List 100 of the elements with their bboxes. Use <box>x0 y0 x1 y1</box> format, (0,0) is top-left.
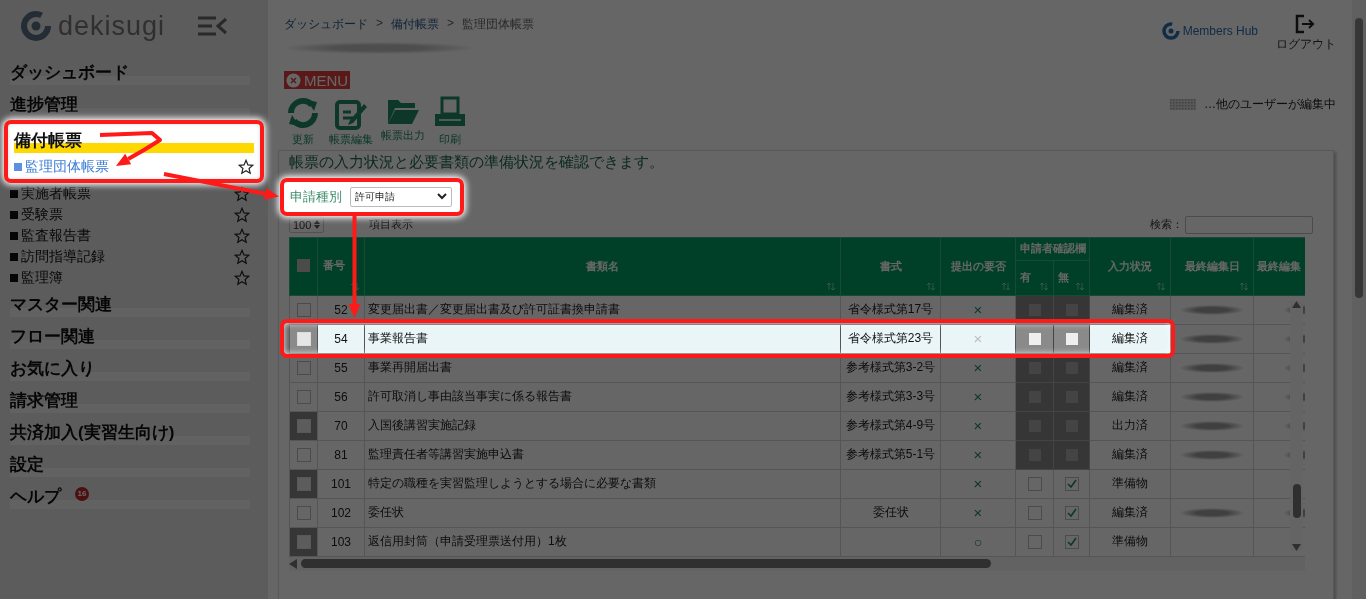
toolbar-button[interactable]: 印刷 <box>432 95 468 147</box>
required-mark: × <box>973 330 983 347</box>
breadcrumb-separator: > <box>447 16 455 32</box>
brand-logo: Members Hub <box>1161 22 1258 40</box>
required-mark: × <box>973 359 983 376</box>
scroll-thumb[interactable] <box>301 559 991 568</box>
required-mark: × <box>973 446 983 463</box>
logout-button[interactable]: ログアウト <box>1276 14 1336 53</box>
row-checkbox[interactable] <box>296 534 311 549</box>
table-cell: 参考様式第3-3号 <box>845 389 936 403</box>
nav-subitem[interactable]: 受験票 <box>10 204 250 225</box>
star-icon[interactable] <box>234 206 250 223</box>
column-header[interactable]: 入力状況 <box>1089 237 1171 295</box>
row-checkbox[interactable] <box>296 505 311 520</box>
search-label: 検索： <box>1150 217 1183 232</box>
row-checkbox[interactable] <box>296 331 311 346</box>
bullet-icon <box>10 210 18 219</box>
row-checkbox[interactable] <box>296 418 311 433</box>
row-checkbox[interactable] <box>296 302 311 317</box>
column-header: 申請者確認欄 <box>1015 237 1090 260</box>
column-header[interactable]: 最終編集日 <box>1170 237 1254 295</box>
nav-subitem[interactable]: 訪問指導記録 <box>10 246 250 267</box>
checkbox[interactable] <box>1064 534 1079 549</box>
table-cell: 委任状 <box>872 505 909 519</box>
required-mark: × <box>973 475 983 492</box>
bullet-icon <box>10 231 18 240</box>
required-mark: × <box>973 504 983 521</box>
table-cell: 編集済 <box>1089 324 1171 353</box>
checkbox[interactable] <box>1065 333 1078 346</box>
table-cell[interactable]: 特定の職種を実習監理しようとする場合に必要な書類 <box>364 469 841 498</box>
row-checkbox[interactable] <box>296 447 311 462</box>
table-cell[interactable]: 許可取消し事由該当事実に係る報告書 <box>364 382 841 411</box>
checkbox[interactable] <box>1027 534 1042 549</box>
checkbox[interactable] <box>1064 505 1079 520</box>
nav-subitem[interactable]: 監理簿 <box>10 267 250 288</box>
breadcrumb-link[interactable]: 備付帳票 <box>391 16 439 33</box>
select-all-checkbox[interactable] <box>297 258 310 272</box>
table-cell: 参考様式第5-1号 <box>845 447 936 461</box>
required-mark: × <box>973 417 983 434</box>
star-icon[interactable] <box>238 158 254 175</box>
scroll-thumb[interactable] <box>1292 483 1301 518</box>
star-icon[interactable] <box>234 227 250 244</box>
caret-icon <box>437 193 447 200</box>
menu-button[interactable]: MENU <box>284 71 351 89</box>
column-header[interactable]: 書類名 <box>364 237 841 295</box>
table-cell[interactable]: 監理責任者等講習実施申込書 <box>364 440 841 469</box>
table-cell: 編集済 <box>1089 440 1171 469</box>
column-header[interactable]: 最終編集 <box>1253 237 1305 295</box>
breadcrumb-separator: > <box>376 16 383 32</box>
toolbar-button[interactable]: 帳票編集 <box>328 95 374 147</box>
hatched-swatch-icon <box>1170 99 1196 110</box>
description-text: 帳票の入力状況と必要書類の準備状況を確認できます。 <box>289 152 665 172</box>
logout-icon <box>1295 14 1317 34</box>
notification-badge: 16 <box>75 487 89 501</box>
table-cell[interactable]: 委任状 <box>364 498 841 527</box>
row-checkbox[interactable] <box>296 476 311 491</box>
star-icon[interactable] <box>234 269 250 286</box>
scroll-thumb[interactable] <box>1355 18 1363 298</box>
page-length-select[interactable]: 100 <box>289 216 325 233</box>
table-cell: 省令様式第17号 <box>847 302 934 316</box>
column-header[interactable]: 書式 <box>840 237 941 295</box>
table-cell[interactable]: 事業報告書 <box>364 324 841 353</box>
bullet-icon <box>14 162 22 171</box>
scroll-up-icon[interactable] <box>1292 300 1301 308</box>
row-checkbox[interactable] <box>296 360 311 375</box>
nav-subitem[interactable]: 監理団体帳票 <box>14 156 254 177</box>
page-scrollbar[interactable] <box>1352 0 1366 599</box>
nav-subitem[interactable]: 実施者帳票 <box>10 183 250 204</box>
table-cell: 編集済 <box>1089 382 1171 411</box>
required-mark: × <box>973 301 983 318</box>
up-down-caret-icon <box>314 220 321 229</box>
checkbox[interactable] <box>1064 476 1079 491</box>
scroll-left-icon[interactable] <box>289 558 297 569</box>
checkbox[interactable] <box>1028 333 1041 346</box>
search-field[interactable] <box>1185 215 1313 234</box>
table-cell: 準備物 <box>1089 527 1171 556</box>
table-cell: 編集済 <box>1089 498 1171 527</box>
checkbox[interactable] <box>1027 505 1042 520</box>
table-cell[interactable]: 返信用封筒（申請受理票送付用）1枚 <box>364 527 841 556</box>
menu-collapse-icon[interactable] <box>196 15 228 37</box>
filter-label: 申請種別 <box>290 187 342 206</box>
table-cell: 参考様式第4-9号 <box>845 418 936 432</box>
refresh-icon <box>285 95 321 130</box>
column-toggle-link[interactable]: 項目表示 <box>369 217 414 232</box>
breadcrumb-link[interactable]: ダッシュボード <box>284 16 368 33</box>
nav-subitem[interactable]: 監査報告書 <box>10 225 250 246</box>
toolbar-button[interactable]: 更新 <box>284 95 322 147</box>
checkbox[interactable] <box>1027 476 1042 491</box>
scroll-down-icon[interactable] <box>1292 543 1301 551</box>
column-header[interactable]: 提出の要否 <box>940 237 1016 295</box>
table-cell[interactable]: 入国後講習実施記録 <box>364 411 841 440</box>
star-icon[interactable] <box>234 248 250 265</box>
row-checkbox[interactable] <box>296 389 311 404</box>
table-cell: 準備物 <box>1089 469 1171 498</box>
table-cell: 出力済 <box>1089 411 1171 440</box>
required-mark: × <box>973 388 983 405</box>
logo-icon <box>20 10 52 42</box>
bullet-icon <box>10 252 18 261</box>
toolbar-button[interactable]: 帳票出力 <box>380 95 426 147</box>
dropdown[interactable]: 許可申請 <box>350 186 452 207</box>
